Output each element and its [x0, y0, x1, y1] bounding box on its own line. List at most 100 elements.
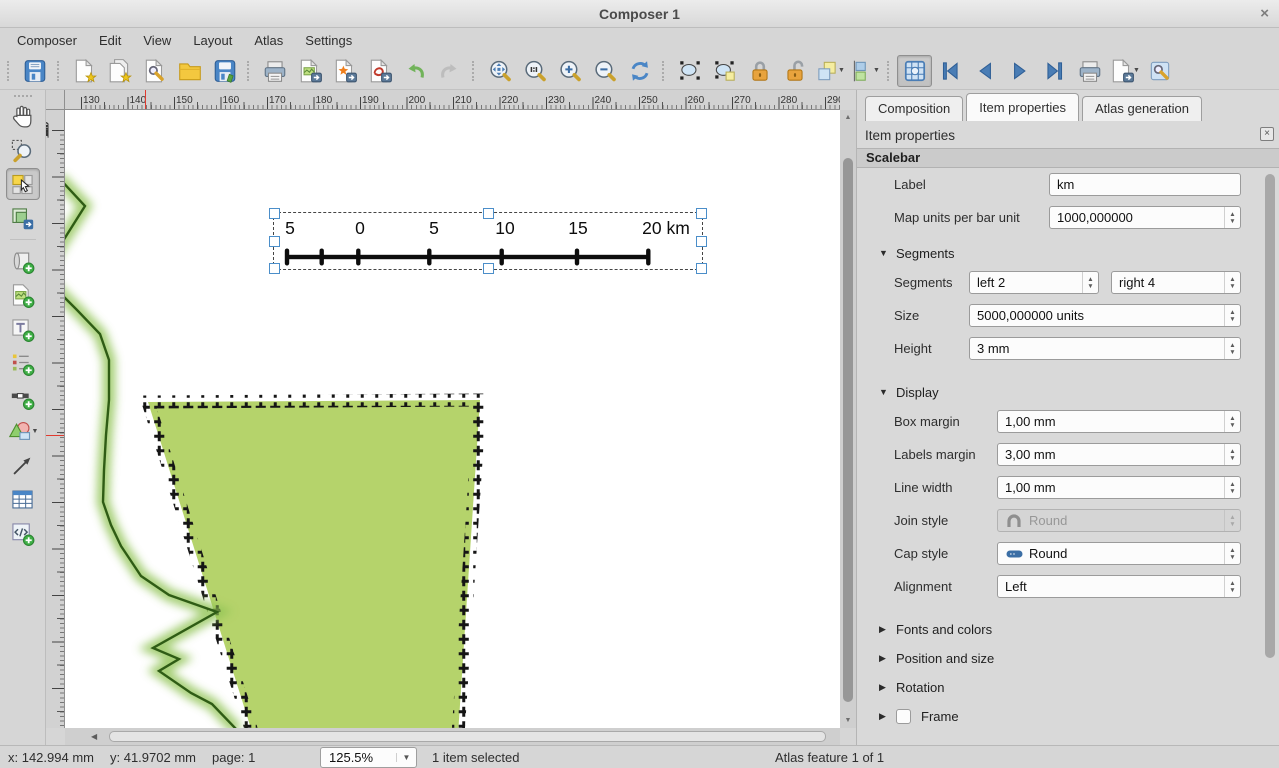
menu-item[interactable]: Layout [182, 30, 243, 51]
resize-handle[interactable] [483, 263, 494, 274]
panel-scrollbar[interactable] [1265, 172, 1275, 735]
resize-handle[interactable] [269, 208, 280, 219]
add-scalebar-button[interactable] [6, 381, 40, 413]
save-button[interactable] [17, 55, 52, 87]
label-input[interactable]: km [1049, 173, 1241, 196]
new-composition-button[interactable] [67, 55, 102, 87]
spinner-arrows-icon[interactable]: ▲▼ [1224, 576, 1240, 597]
undo-button[interactable] [397, 55, 432, 87]
scrollbar-thumb[interactable] [109, 731, 826, 742]
labels-margin-spinbox[interactable]: 3,00 mm▲▼ [997, 443, 1241, 466]
refresh-button[interactable] [622, 55, 657, 87]
lock-items-button[interactable] [742, 55, 777, 87]
segments-right-spinbox[interactable]: right 4▲▼ [1111, 271, 1241, 294]
next-feature-button[interactable] [1002, 55, 1037, 87]
add-shape-button[interactable]: ▼ [6, 415, 40, 447]
export-pdf-button[interactable] [362, 55, 397, 87]
zoom-level-combo[interactable]: 125.5% ▼ [320, 747, 417, 768]
toolbar-grip[interactable] [7, 61, 14, 81]
height-spinbox[interactable]: 3 mm▲▼ [969, 337, 1241, 360]
export-image-button[interactable] [292, 55, 327, 87]
export-atlas-button[interactable]: ▼ [1107, 55, 1142, 87]
canvas-horizontal-scrollbar[interactable]: ◀ [65, 728, 840, 745]
scroll-left-icon[interactable]: ◀ [91, 732, 97, 741]
menu-item[interactable]: Composer [6, 30, 88, 51]
scalebar-item[interactable]: 5 0 5 10 15 20 km [273, 212, 703, 270]
scrollbar-thumb[interactable] [843, 158, 853, 702]
open-button[interactable] [172, 55, 207, 87]
spinner-arrows-icon[interactable]: ▲▼ [1082, 272, 1098, 293]
spinner-arrows-icon[interactable]: ▲▼ [1224, 305, 1240, 326]
spinner-arrows-icon[interactable]: ▲▼ [1224, 444, 1240, 465]
map-units-spinbox[interactable]: 1000,000000▲▼ [1049, 206, 1241, 229]
display-section-header[interactable]: ▼ Display [857, 379, 1265, 405]
scroll-up-icon[interactable]: ▲ [840, 114, 856, 121]
frame-section[interactable]: ▶ Frame [857, 702, 1265, 731]
select-move-item-tool-button[interactable] [6, 168, 40, 200]
zoom-actual-button[interactable] [517, 55, 552, 87]
print-button[interactable] [257, 55, 292, 87]
resize-handle[interactable] [696, 236, 707, 247]
composer-manager-button[interactable] [137, 55, 172, 87]
add-map-button[interactable] [6, 245, 40, 277]
raise-items-button[interactable]: ▼ [812, 55, 847, 87]
size-spinbox[interactable]: 5000,000000 units▲▼ [969, 304, 1241, 327]
resize-handle[interactable] [696, 263, 707, 274]
cap-style-combo[interactable]: Round▲▼ [997, 542, 1241, 565]
alignment-combo[interactable]: Left▲▼ [997, 575, 1241, 598]
toolbar-grip[interactable] [14, 95, 32, 97]
spinner-arrows-icon[interactable]: ▲▼ [1224, 477, 1240, 498]
panel-close-icon[interactable]: × [1260, 127, 1274, 141]
zoom-in-button[interactable] [552, 55, 587, 87]
spinner-arrows-icon[interactable]: ▲▼ [1224, 338, 1240, 359]
print-atlas-button[interactable] [1072, 55, 1107, 87]
first-feature-button[interactable] [932, 55, 967, 87]
unlock-items-button[interactable] [777, 55, 812, 87]
pan-tool-button[interactable] [6, 100, 40, 132]
menu-item[interactable]: Edit [88, 30, 132, 51]
add-attribute-table-button[interactable] [6, 483, 40, 515]
map-item[interactable] [65, 110, 840, 728]
zoom-out-button[interactable] [587, 55, 622, 87]
add-arrow-button[interactable] [6, 449, 40, 481]
atlas-preview-toggle[interactable] [897, 55, 932, 87]
tab-composition[interactable]: Composition [865, 96, 963, 121]
scroll-down-icon[interactable]: ▼ [840, 717, 856, 724]
resize-handle[interactable] [269, 263, 280, 274]
spinner-arrows-icon[interactable]: ▲▼ [1224, 543, 1240, 564]
select-move-item-button[interactable] [672, 55, 707, 87]
menu-item[interactable]: View [132, 30, 182, 51]
move-item-content-button[interactable] [707, 55, 742, 87]
add-html-button[interactable] [6, 517, 40, 549]
add-legend-button[interactable] [6, 347, 40, 379]
menu-item[interactable]: Settings [294, 30, 363, 51]
dropdown-arrow-icon[interactable]: ▼ [32, 428, 39, 435]
menu-item[interactable]: Atlas [243, 30, 294, 51]
line-width-spinbox[interactable]: 1,00 mm▲▼ [997, 476, 1241, 499]
zoom-tool-button[interactable] [6, 134, 40, 166]
export-svg-button[interactable] [327, 55, 362, 87]
align-items-button[interactable]: ▼ [847, 55, 882, 87]
spinner-arrows-icon[interactable]: ▲▼ [1224, 207, 1240, 228]
segments-left-spinbox[interactable]: left 2▲▼ [969, 271, 1099, 294]
resize-handle[interactable] [696, 208, 707, 219]
resize-handle[interactable] [483, 208, 494, 219]
composer-page[interactable]: 5 0 5 10 15 20 km [65, 110, 840, 728]
duplicate-composition-button[interactable] [102, 55, 137, 87]
window-close-icon[interactable]: × [1260, 5, 1269, 22]
dropdown-arrow-icon[interactable]: ▼ [1133, 67, 1140, 74]
segments-section-header[interactable]: ▼ Segments [857, 240, 1265, 266]
box-margin-spinbox[interactable]: 1,00 mm▲▼ [997, 410, 1241, 433]
fonts-and-colors-section[interactable]: ▶ Fonts and colors [857, 615, 1265, 644]
spinner-arrows-icon[interactable]: ▲▼ [1224, 272, 1240, 293]
atlas-settings-button[interactable] [1142, 55, 1177, 87]
dropdown-arrow-icon[interactable]: ▼ [838, 67, 845, 74]
previous-feature-button[interactable] [967, 55, 1002, 87]
add-label-button[interactable] [6, 313, 40, 345]
add-image-button[interactable] [6, 279, 40, 311]
zoom-full-button[interactable] [482, 55, 517, 87]
last-feature-button[interactable] [1037, 55, 1072, 87]
dropdown-arrow-icon[interactable]: ▼ [396, 753, 416, 762]
spinner-arrows-icon[interactable]: ▲▼ [1224, 411, 1240, 432]
resize-handle[interactable] [269, 236, 280, 247]
